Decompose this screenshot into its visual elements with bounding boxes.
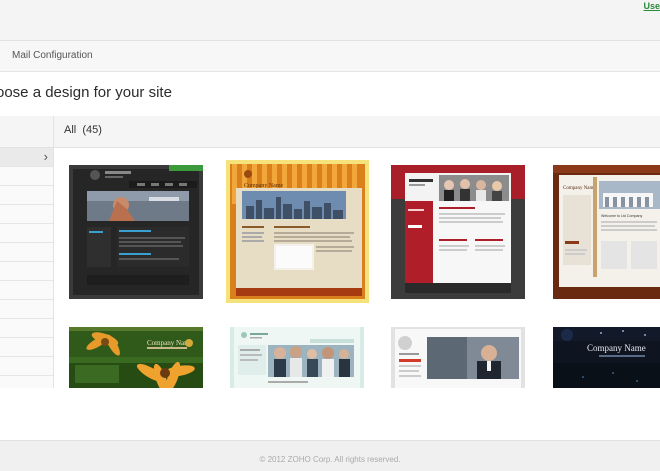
- template-preview-mint: [230, 327, 364, 388]
- template-preview-brown: Company Name Welcome to Ltd Company: [553, 165, 660, 299]
- template-4-welcome: Welcome to Ltd Company: [601, 214, 642, 218]
- template-preview-green: Company Name: [69, 327, 203, 388]
- template-preview-gray: [391, 327, 525, 388]
- sidebar-item[interactable]: [0, 357, 53, 376]
- template-thumbnail-6[interactable]: [230, 327, 364, 388]
- sidebar-item[interactable]: [0, 300, 53, 319]
- copyright-text: © 2012 ZOHO Corp. All rights reserved.: [259, 455, 401, 464]
- top-bar: Use: [0, 0, 660, 41]
- filter-bar: All (45): [54, 116, 660, 148]
- sidebar-item[interactable]: [0, 262, 53, 281]
- category-sidebar: ›: [0, 116, 54, 388]
- template-thumbnail-2-selected[interactable]: Company Name: [226, 160, 369, 303]
- template-8-company-name: Company Name: [587, 343, 646, 353]
- sidebar-item[interactable]: [0, 338, 53, 357]
- filter-all-label: All: [64, 124, 77, 136]
- template-preview-night: Company Name: [553, 327, 660, 388]
- template-thumbnail-7[interactable]: [391, 327, 525, 388]
- template-thumbnail-8[interactable]: Company Name: [553, 327, 660, 388]
- filter-count: (45): [82, 124, 102, 136]
- template-preview-dark: [69, 165, 203, 299]
- page-title: oose a design for your site: [0, 84, 172, 101]
- template-thumbnail-1[interactable]: [69, 165, 203, 299]
- top-right-link[interactable]: Use: [643, 1, 660, 11]
- chevron-right-icon: ›: [43, 149, 48, 164]
- sub-navigation: Mail Configuration: [0, 41, 660, 72]
- filter-all[interactable]: All (45): [64, 124, 102, 136]
- template-thumbnail-4[interactable]: Company Name Welcome to Ltd Company: [553, 165, 660, 299]
- sidebar-item[interactable]: [0, 186, 53, 205]
- template-preview-orange: Company Name: [230, 164, 365, 299]
- sidebar-item[interactable]: [0, 281, 53, 300]
- template-4-company-name: Company Name: [563, 186, 596, 191]
- template-grid: Company Name Company Name Welcome to Ltd…: [54, 147, 660, 388]
- sidebar-item[interactable]: [0, 205, 53, 224]
- sidebar-item[interactable]: [0, 319, 53, 338]
- template-thumbnail-5[interactable]: Company Name: [69, 327, 203, 388]
- mail-configuration-link[interactable]: Mail Configuration: [12, 50, 93, 61]
- template-preview-red: [391, 165, 525, 299]
- sidebar-item[interactable]: [0, 224, 53, 243]
- sidebar-header: [0, 116, 53, 148]
- sidebar-item-selected[interactable]: ›: [0, 148, 53, 167]
- sidebar-item[interactable]: [0, 167, 53, 186]
- page-footer: © 2012 ZOHO Corp. All rights reserved.: [0, 440, 660, 471]
- sidebar-item[interactable]: [0, 243, 53, 262]
- template-thumbnail-3[interactable]: [391, 165, 525, 299]
